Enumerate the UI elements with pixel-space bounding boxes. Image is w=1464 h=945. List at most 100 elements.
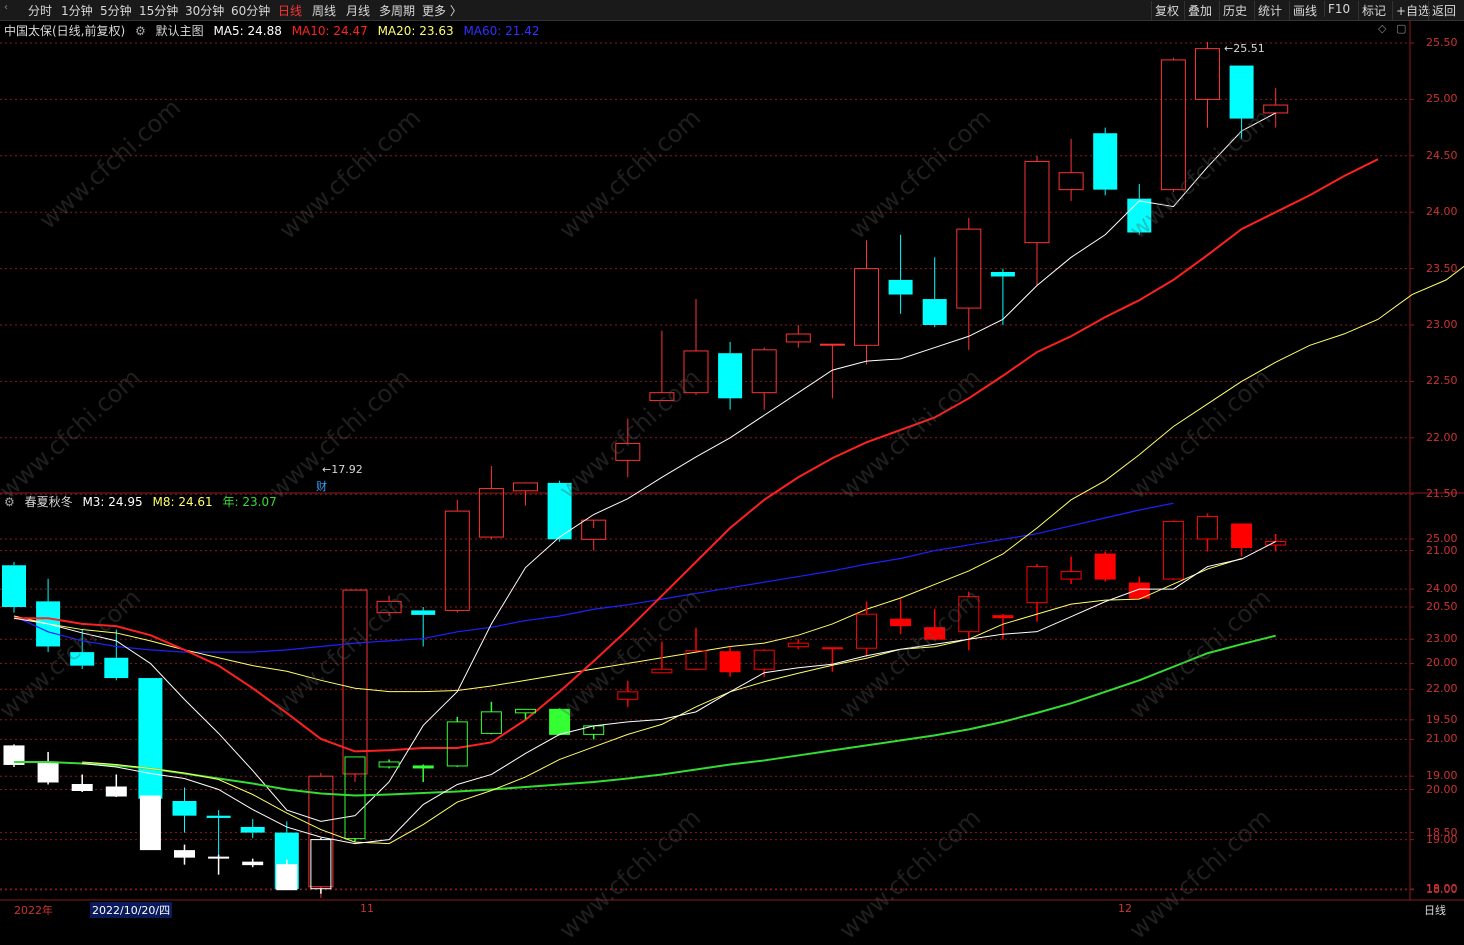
sub-candle-body	[480, 711, 502, 734]
date-axis-year: 2022年	[14, 904, 53, 917]
sub-candle-body	[310, 839, 332, 890]
sub-candle-body	[242, 861, 264, 866]
sub-axis-label: 24.00	[1426, 582, 1458, 596]
ma60-value: MA60: 21.42	[463, 24, 540, 38]
main-axis-label: 25.50	[1426, 36, 1458, 49]
candle-body	[1160, 59, 1186, 191]
sub-candle-body	[1094, 553, 1116, 580]
candle-body	[1058, 172, 1084, 191]
candle-body	[649, 392, 675, 402]
candle-body	[922, 299, 947, 325]
main-axis-label: 19.50	[1426, 712, 1458, 726]
candle-body	[547, 482, 572, 540]
candle-body	[138, 678, 163, 799]
sub-candle-body	[856, 613, 877, 649]
candle-body	[615, 442, 641, 461]
candle-body	[513, 482, 538, 492]
main-axis-label: 24.00	[1426, 205, 1458, 219]
sub-candle-body	[276, 864, 298, 891]
sub-indicator-name[interactable]: 春夏秋冬	[25, 495, 73, 509]
square-icon[interactable]: ▢	[1396, 22, 1406, 35]
sub-candle-body	[208, 856, 230, 859]
candle-body	[785, 333, 811, 343]
kline-chart[interactable]	[0, 0, 1464, 918]
sub-candle-body	[890, 618, 912, 627]
main-axis-label: 22.50	[1426, 374, 1458, 388]
candle-body	[718, 353, 743, 399]
candle-body	[1127, 198, 1152, 233]
candle-body	[751, 349, 777, 394]
main-legend: 中国太保(日线,前复权) ⚙ 默认主图 MA5: 24.88 MA10: 24.…	[4, 22, 546, 39]
main-axis-label: 23.00	[1426, 318, 1458, 331]
main-axis-label: 20.00	[1426, 656, 1458, 670]
main-axis-label: 20.50	[1426, 600, 1458, 613]
sub-candle-body	[1026, 566, 1048, 604]
candle-body	[1093, 133, 1118, 190]
sub-candle-body	[992, 615, 1014, 619]
candle-body	[683, 350, 709, 394]
sub-candle-body	[71, 783, 93, 792]
candle-body	[206, 815, 231, 818]
date-axis-nov: 11	[360, 902, 374, 915]
candle-body	[478, 488, 504, 538]
high-price-value: 25.51	[1233, 42, 1265, 55]
date-axis-dec: 12	[1118, 902, 1132, 915]
sub-candle-body	[958, 596, 980, 633]
m3-value: M3: 24.95	[82, 495, 143, 509]
candle-body	[854, 268, 879, 346]
sub-candle-body	[719, 651, 741, 673]
ma20-value: MA20: 23.63	[377, 24, 454, 38]
finance-marker-icon[interactable]: 财	[316, 478, 327, 494]
sub-candle-body	[139, 795, 161, 851]
candle-body	[819, 343, 845, 346]
ma10-value: MA10: 24.47	[291, 24, 368, 38]
main-axis-label: 19.00	[1426, 769, 1458, 783]
low-price-label: ←17.92	[322, 463, 363, 476]
candle-body	[1024, 160, 1050, 244]
sub-candle-body	[1197, 515, 1218, 540]
sub-candle-body	[105, 786, 127, 797]
candle-body	[104, 657, 129, 679]
candle-body	[70, 652, 95, 666]
sub-candle-body	[924, 627, 946, 640]
ma5-value: MA5: 24.88	[213, 24, 282, 38]
sub-candle-body	[37, 761, 59, 783]
ma10-line	[14, 158, 1379, 753]
candle-body	[1229, 65, 1254, 119]
sub-candle-body	[821, 647, 843, 650]
m3-line	[82, 541, 1276, 845]
sub-axis-label: 22.00	[1426, 682, 1458, 696]
sub-axis-label: 18.00	[1426, 882, 1458, 896]
sub-candle-body	[651, 668, 673, 674]
cursor-date-label: 2022/10/20/四	[90, 902, 173, 918]
m8-line	[82, 558, 1242, 845]
sub-candle-body	[515, 708, 536, 714]
sub-candle-body	[174, 850, 195, 858]
sub-candle-body	[378, 761, 400, 768]
sub-candle-body	[1060, 571, 1082, 580]
high-price-label: ←25.51	[1224, 42, 1265, 55]
sub-axis-label: 25.00	[1426, 532, 1458, 545]
sub-candle-body	[617, 691, 639, 700]
diamond-icon[interactable]: ◇	[1378, 22, 1386, 35]
sub-axis-label: 23.00	[1426, 632, 1458, 646]
candle-body	[342, 589, 368, 775]
sub-axis-label: 19.00	[1426, 832, 1458, 846]
ma5-line	[13, 112, 1276, 822]
period-label[interactable]: 日线	[1424, 902, 1446, 918]
indicator-name[interactable]: 默认主图	[156, 24, 204, 38]
candle-body	[1195, 48, 1220, 100]
candle-body	[444, 510, 470, 611]
sub-candle-body	[753, 649, 775, 670]
sub-settings-icon[interactable]: ⚙	[4, 495, 15, 509]
indicator-settings-icon[interactable]: ⚙	[135, 24, 146, 38]
main-axis-label: 21.00	[1426, 543, 1458, 557]
ma20-line	[13, 265, 1464, 693]
sub-candle-body	[549, 708, 571, 735]
m8-value: M8: 24.61	[152, 495, 213, 509]
year-value: 年: 23.07	[222, 495, 277, 509]
stock-label: 中国太保(日线,前复权)	[4, 24, 126, 38]
candle-body	[172, 801, 197, 816]
sub-axis-label: 20.00	[1426, 782, 1458, 796]
main-axis-label: 23.50	[1426, 261, 1458, 275]
